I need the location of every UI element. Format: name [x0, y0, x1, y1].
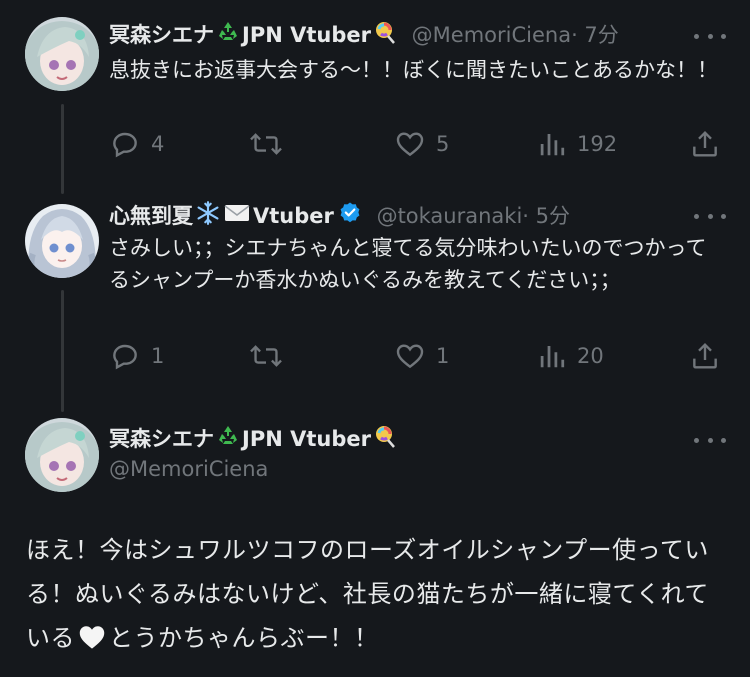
display-name[interactable]: 心無到夏 [109, 204, 193, 228]
envelope-icon [223, 201, 251, 233]
reply-button[interactable]: 1 [109, 338, 164, 374]
recycle-icon [216, 20, 240, 52]
reply-button[interactable]: 4 [109, 126, 164, 162]
action-bar: 4 5 192 [109, 126, 724, 162]
retweet-icon [249, 128, 283, 160]
tweet-text-part2: とうかちゃんらぶー！！ [109, 624, 379, 652]
tweet-text: ほえ！今はシュワルツコフのローズオイルシャンプー使っている！ぬいぐるみはないけど… [26, 528, 726, 664]
action-bar: 1 1 20 [109, 338, 724, 374]
lollipop-icon [373, 424, 397, 456]
retweet-icon [249, 340, 283, 372]
avatar[interactable] [25, 204, 99, 278]
views-button[interactable]: 192 [537, 126, 617, 162]
share-button[interactable] [689, 338, 721, 374]
avatar[interactable] [25, 418, 99, 492]
thread-line [61, 104, 64, 194]
verified-badge-icon [338, 201, 362, 233]
display-name-suffix: JPN Vtuber [242, 23, 371, 47]
avatar[interactable] [25, 17, 99, 91]
tweet-text: 息抜きにお返事大会する〜！！ぼくに聞きたいことあるかな！！ [109, 58, 718, 82]
display-name-suffix: Vtuber [253, 204, 334, 228]
reply-icon [109, 128, 141, 160]
timestamp[interactable]: · 5分 [522, 204, 570, 228]
views-button[interactable]: 20 [537, 338, 604, 374]
more-icon[interactable] [694, 204, 726, 228]
retweet-button[interactable] [249, 338, 283, 374]
timestamp[interactable]: · 7分 [571, 23, 619, 47]
handle[interactable]: @MemoriCiena [109, 457, 268, 481]
more-icon[interactable] [694, 428, 726, 452]
like-icon [394, 128, 426, 160]
handle[interactable]: @MemoriCiena [412, 23, 571, 47]
like-button[interactable]: 5 [394, 126, 449, 162]
reply-icon [109, 340, 141, 372]
like-count: 5 [436, 132, 450, 156]
tweet-header: 冥森シエナ JPN Vtuber @MemoriCiena· 7分 [109, 20, 619, 52]
lollipop-icon [373, 20, 397, 52]
display-name[interactable]: 冥森シエナ [109, 427, 214, 451]
reply-count: 1 [151, 344, 165, 368]
reply-count: 4 [151, 132, 165, 156]
views-count: 20 [577, 344, 604, 368]
handle[interactable]: @tokauranaki [377, 204, 523, 228]
recycle-icon [216, 424, 240, 456]
more-icon[interactable] [694, 24, 726, 48]
thread-line [61, 290, 64, 412]
like-button[interactable]: 1 [394, 338, 449, 374]
like-count: 1 [436, 344, 450, 368]
display-name[interactable]: 冥森シエナ [109, 23, 214, 47]
views-count: 192 [577, 132, 618, 156]
share-button[interactable] [689, 126, 721, 162]
views-icon [537, 128, 567, 160]
display-name-suffix: JPN Vtuber [242, 427, 371, 451]
white-heart-icon [78, 620, 106, 664]
share-icon [689, 128, 721, 160]
tweet-header: 冥森シエナ JPN Vtuber [109, 424, 397, 456]
views-icon [537, 340, 567, 372]
handle-row: @MemoriCiena [109, 454, 268, 484]
snowflake-icon [195, 200, 221, 234]
share-icon [689, 340, 721, 372]
retweet-button[interactable] [249, 126, 283, 162]
tweet-text: さみしい；；シエナちゃんと寝てる気分味わいたいのでつかってるシャンプーか香水かぬ… [109, 236, 707, 292]
like-icon [394, 340, 426, 372]
tweet-header: 心無到夏 Vtuber @tokauranaki· 5分 [109, 200, 570, 234]
